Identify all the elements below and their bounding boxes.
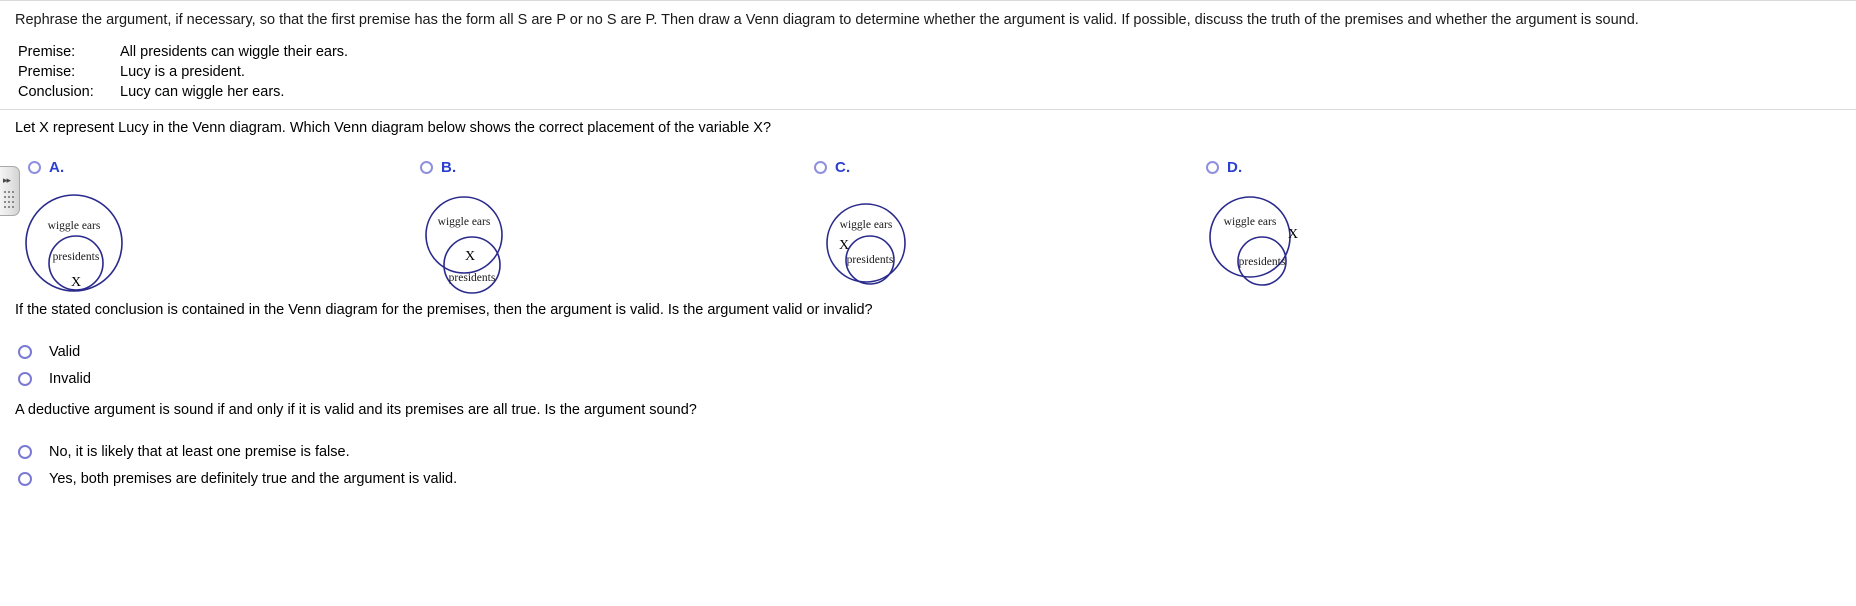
radio-choice-a[interactable]	[28, 161, 41, 174]
argument-text: Lucy can wiggle her ears.	[120, 84, 285, 100]
venn-a-svg: wiggle ears presidents X	[25, 194, 123, 292]
venn-a-marker-x: X	[71, 275, 81, 290]
venn-d-svg: wiggle ears presidents X	[1209, 196, 1298, 286]
option-sound-label: Yes, both premises are definitely true a…	[49, 470, 458, 487]
venn-d-marker-x: X	[1288, 227, 1298, 242]
venn-a-outer-label: wiggle ears	[48, 220, 101, 232]
venn-diagram-c: wiggle ears X presidents	[786, 175, 1006, 295]
drawer-handle[interactable]: ▸▸	[0, 166, 20, 216]
venn-a-inner-label: presidents	[53, 251, 100, 263]
argument-label: Conclusion:	[18, 84, 94, 100]
section-divider	[0, 109, 1856, 110]
choice-d-letter: D.	[1227, 159, 1243, 176]
radio-choice-b[interactable]	[420, 161, 433, 174]
venn-b-marker-x: X	[465, 249, 475, 264]
exercise-page: Rephrase the argument, if necessary, so …	[0, 0, 1856, 606]
question-validity: If the stated conclusion is contained in…	[15, 302, 873, 318]
choice-a-letter: A.	[49, 159, 65, 176]
option-invalid-label: Invalid	[49, 370, 91, 387]
option-valid-label: Valid	[49, 343, 81, 360]
radio-choice-c[interactable]	[814, 161, 827, 174]
argument-block: Premise: All presidents can wiggle their…	[18, 42, 348, 102]
venn-diagram-b: wiggle ears X presidents	[392, 175, 612, 295]
choice-d[interactable]: D. wiggle ears presidents X	[1178, 157, 1578, 297]
top-divider	[0, 0, 1856, 1]
venn-c-inner-label: presidents	[847, 254, 894, 266]
choice-b-header[interactable]: B.	[420, 159, 456, 176]
question-soundness: A deductive argument is sound if and onl…	[15, 402, 697, 418]
venn-d-outer-label: wiggle ears	[1224, 216, 1277, 228]
venn-c-marker-x: X	[839, 238, 849, 253]
argument-text: All presidents can wiggle their ears.	[120, 44, 349, 60]
choice-a[interactable]: A. wiggle ears presidents X	[0, 157, 400, 297]
choice-d-header[interactable]: D.	[1206, 159, 1242, 176]
venn-b-inner-circle	[443, 236, 501, 294]
venn-choices: A. wiggle ears presidents X B. wiggle ea…	[0, 157, 1856, 297]
argument-label: Premise:	[18, 64, 76, 80]
argument-row: Conclusion: Lucy can wiggle her ears.	[18, 82, 348, 102]
argument-row: Premise: All presidents can wiggle their…	[18, 42, 348, 62]
radio-invalid[interactable]	[18, 371, 32, 386]
validity-options: Valid Invalid	[18, 338, 91, 392]
venn-d-inner-label: presidents	[1239, 256, 1286, 268]
exercise-prompt: Rephrase the argument, if necessary, so …	[15, 12, 1639, 28]
choice-c-header[interactable]: C.	[814, 159, 850, 176]
radio-choice-d[interactable]	[1206, 161, 1219, 174]
choice-c[interactable]: C. wiggle ears X presidents	[786, 157, 1186, 297]
choice-a-header[interactable]: A.	[28, 159, 64, 176]
venn-diagram-a: wiggle ears presidents X	[0, 175, 220, 295]
option-invalid[interactable]: Invalid	[18, 365, 91, 392]
soundness-options: No, it is likely that at least one premi…	[18, 438, 457, 492]
choice-b[interactable]: B. wiggle ears X presidents	[392, 157, 792, 297]
option-not-sound-label: No, it is likely that at least one premi…	[49, 443, 350, 460]
radio-valid[interactable]	[18, 344, 32, 359]
venn-c-svg: wiggle ears X presidents	[826, 203, 906, 285]
venn-b-svg: wiggle ears X presidents	[425, 196, 503, 294]
venn-c-outer-label: wiggle ears	[840, 219, 893, 231]
double-chevron-right-icon: ▸▸	[3, 175, 11, 185]
argument-label: Premise:	[18, 44, 76, 60]
radio-sound[interactable]	[18, 471, 32, 486]
choice-b-letter: B.	[441, 159, 457, 176]
argument-text: Lucy is a president.	[120, 64, 245, 80]
option-valid[interactable]: Valid	[18, 338, 91, 365]
grip-dots-icon	[4, 191, 15, 208]
venn-diagram-d: wiggle ears presidents X	[1178, 175, 1398, 295]
option-sound[interactable]: Yes, both premises are definitely true a…	[18, 465, 457, 492]
choice-c-letter: C.	[835, 159, 851, 176]
venn-b-outer-label: wiggle ears	[438, 216, 491, 228]
radio-not-sound[interactable]	[18, 444, 32, 459]
question-venn-placement: Let X represent Lucy in the Venn diagram…	[15, 120, 772, 136]
option-not-sound[interactable]: No, it is likely that at least one premi…	[18, 438, 457, 465]
argument-row: Premise: Lucy is a president.	[18, 62, 348, 82]
venn-b-inner-label: presidents	[449, 272, 496, 284]
